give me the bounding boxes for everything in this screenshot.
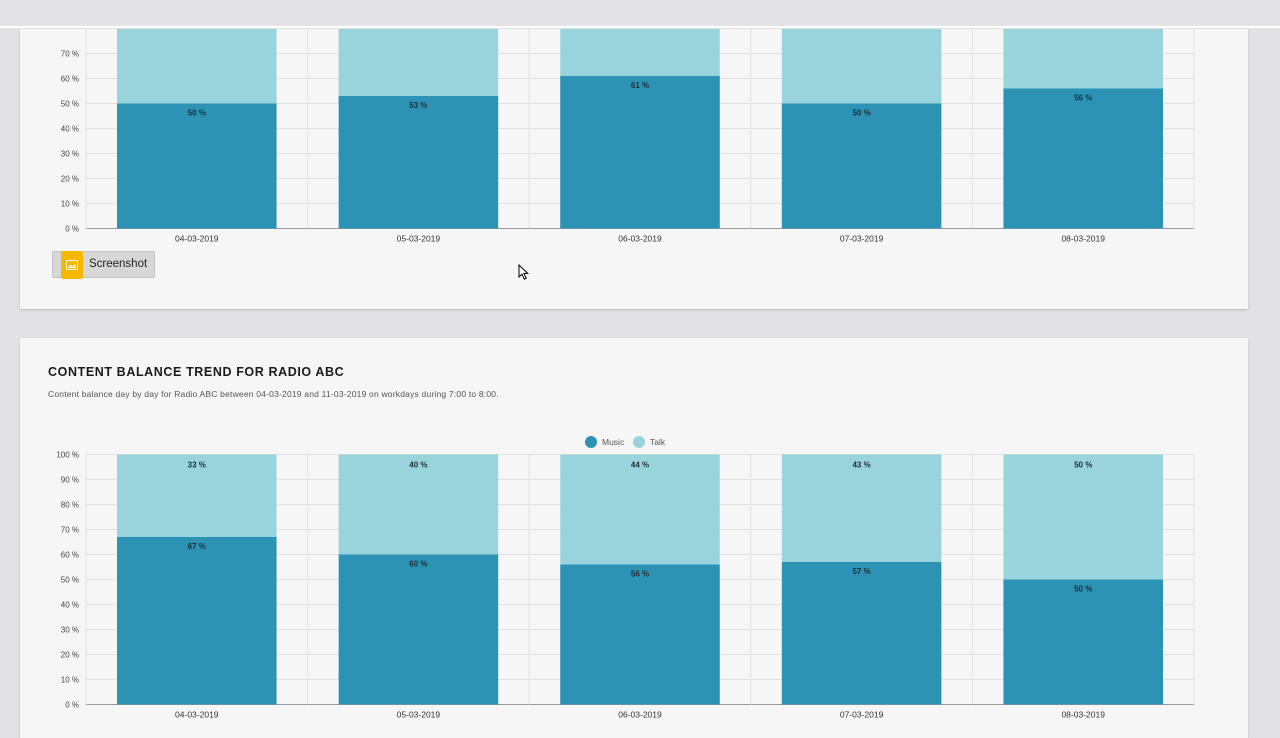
screenshot-button-label: Screenshot [89, 258, 148, 270]
bar-talk [1003, 29, 1163, 89]
image-icon [61, 251, 83, 279]
y-tick-label: 70 % [61, 50, 79, 59]
bar-label-music: 56 % [631, 570, 649, 579]
y-tick-label: 40 % [61, 601, 79, 610]
x-tick-label: 08-03-2019 [1061, 710, 1105, 720]
bar-talk [338, 29, 499, 96]
bar-label-talk: 33 % [188, 461, 206, 470]
bar-music [1003, 579, 1163, 705]
x-tick-label: 06-03-2019 [618, 234, 662, 244]
bar-label-music: 61 % [631, 81, 649, 90]
x-tick-label: 06-03-2019 [618, 710, 662, 720]
bar-music [560, 564, 720, 705]
legend-label-talk: Talk [650, 437, 666, 447]
bar-music [781, 103, 942, 229]
chart-card-top: 0 % 10 % 20 % 30 % 40 % 50 % 60 % 70 % 50 % 04-03… [20, 28, 1248, 309]
legend-marker-talk [633, 436, 645, 448]
y-tick-label: 40 % [61, 125, 79, 134]
bar-talk [560, 29, 720, 76]
y-tick-label: 10 % [61, 200, 79, 209]
bar-label-talk: 40 % [409, 461, 427, 470]
bar-talk [338, 454, 499, 555]
y-tick-label: 100 % [56, 451, 79, 460]
bar-music [338, 554, 499, 705]
x-tick-label: 07-03-2019 [840, 234, 884, 244]
bar-label-music: 53 % [409, 101, 427, 110]
bar-talk [781, 29, 942, 104]
x-tick-label: 05-03-2019 [397, 710, 441, 720]
y-tick-label: 60 % [61, 551, 79, 560]
y-tick-label: 90 % [61, 476, 79, 485]
stacked-bar-chart-content-balance: 0 % 10 % 20 % 30 % 40 % 50 % 60 % 70 % 80 % 90 % 1… [56, 436, 1195, 720]
bar-label-talk: 44 % [631, 461, 649, 470]
bar-music [117, 537, 277, 705]
browser-top-strip [0, 0, 1280, 28]
bar-music [338, 96, 499, 229]
x-tick-label: 04-03-2019 [175, 234, 219, 244]
stacked-bar-chart-top: 0 % 10 % 20 % 30 % 40 % 50 % 60 % 70 % 50 % 04-03… [61, 28, 1195, 244]
y-tick-label: 30 % [61, 150, 79, 159]
y-tick-label: 50 % [61, 100, 79, 109]
y-tick-label: 70 % [61, 526, 79, 535]
bar-talk [1003, 454, 1163, 580]
x-tick-label: 05-03-2019 [397, 234, 441, 244]
bar-label-music: 50 % [1074, 585, 1092, 594]
y-tick-label: 10 % [61, 676, 79, 685]
y-tick-label: 0 % [65, 225, 79, 234]
bar-label-talk: 50 % [1074, 461, 1092, 470]
x-tick-label: 07-03-2019 [840, 710, 884, 720]
y-tick-label: 80 % [61, 501, 79, 510]
bar-music [1003, 88, 1163, 229]
bar-music [560, 76, 720, 229]
bar-label-music: 60 % [409, 560, 427, 569]
bar-label-music: 67 % [188, 542, 206, 551]
screenshot-button[interactable]: Screenshot [52, 251, 155, 279]
bar-talk [781, 454, 942, 562]
bar-music [781, 562, 942, 705]
y-tick-label: 60 % [61, 75, 79, 84]
bar-label-music: 50 % [188, 109, 206, 118]
legend-marker-music [585, 436, 597, 448]
bar-label-music: 56 % [1074, 94, 1092, 103]
bar-talk [560, 454, 720, 565]
y-tick-label: 20 % [61, 175, 79, 184]
mouse-cursor-icon [518, 264, 530, 280]
y-tick-label: 0 % [65, 701, 79, 710]
bar-music [117, 103, 277, 229]
y-tick-label: 50 % [61, 576, 79, 585]
legend-label-music: Music [602, 437, 625, 447]
bar-talk [117, 29, 277, 104]
bar-label-music: 57 % [852, 567, 870, 576]
bar-label-talk: 43 % [852, 461, 870, 470]
x-tick-label: 04-03-2019 [175, 710, 219, 720]
y-tick-label: 20 % [61, 651, 79, 660]
y-tick-label: 30 % [61, 626, 79, 635]
bar-label-music: 50 % [852, 109, 870, 118]
x-tick-label: 08-03-2019 [1061, 234, 1105, 244]
chart-card-content-balance: CONTENT BALANCE TREND FOR RADIO ABC Cont… [20, 338, 1248, 738]
